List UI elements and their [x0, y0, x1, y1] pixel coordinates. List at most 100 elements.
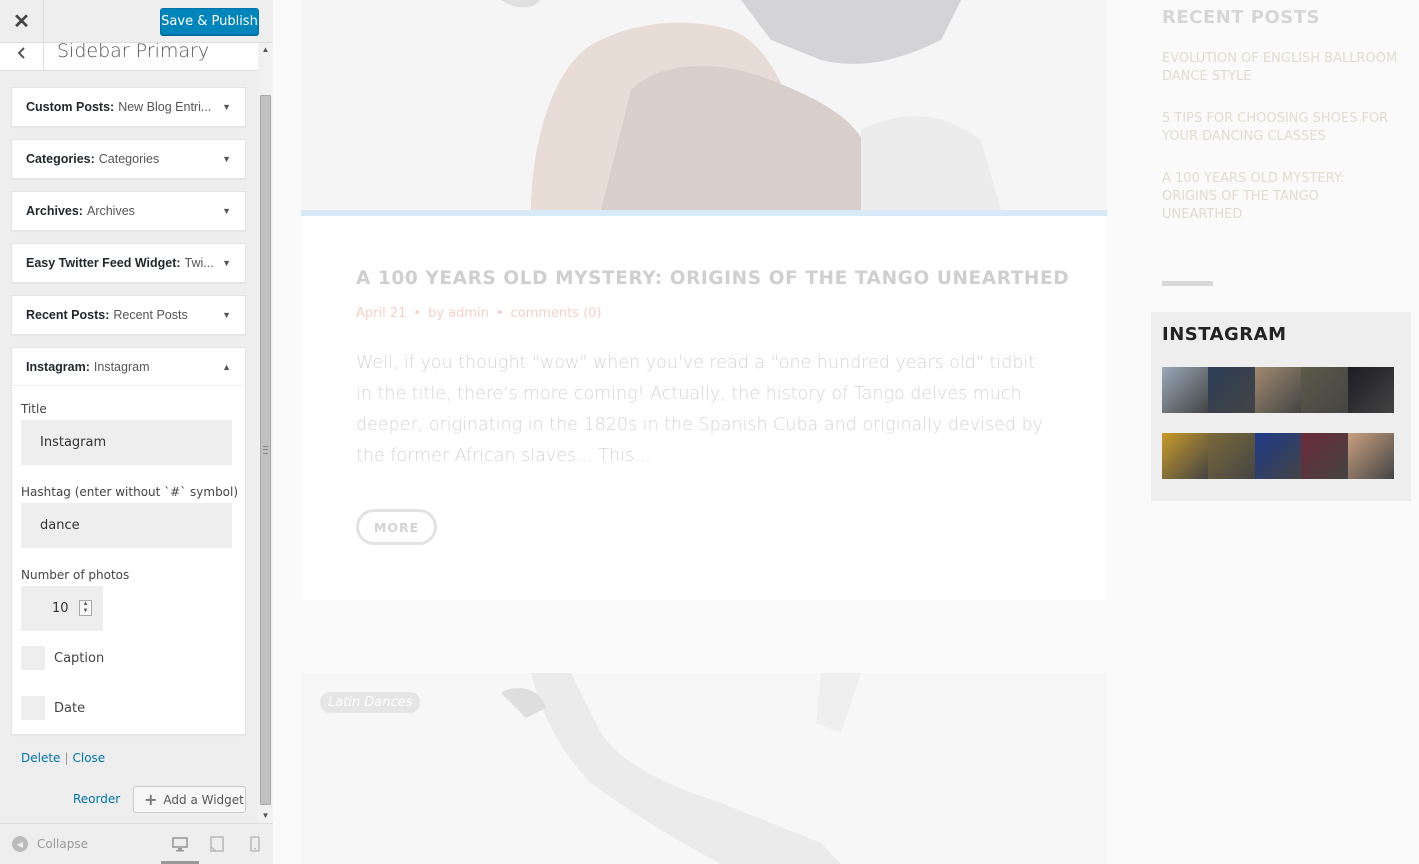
instagram-photo[interactable] [1254, 433, 1302, 479]
widget-type: Archives: [26, 204, 83, 218]
widget-header[interactable]: Custom Posts: New Blog Entri... ▼ [12, 88, 245, 126]
caret-down-icon[interactable]: ▼ [222, 206, 231, 216]
save-publish-button[interactable]: Save & Publish [160, 8, 259, 35]
meta-separator: • [495, 306, 504, 321]
customizer-header: ✕ Save & Publish [0, 0, 273, 43]
category-tag[interactable]: Latin Dances [320, 692, 421, 713]
scroll-up-arrow-icon[interactable]: ▲ [258, 43, 273, 57]
latin-dance-post-image[interactable]: Latin Dances [301, 673, 1107, 864]
grip-icon [263, 446, 268, 454]
dancer-leg-image [301, 673, 1107, 864]
photos-count-stepper[interactable]: 10 ▲ ▼ [21, 586, 103, 631]
instagram-photo[interactable] [1301, 433, 1348, 479]
customizer-panel: ✕ Save & Publish Sidebar Primary Custom … [0, 0, 273, 864]
mobile-preview-icon[interactable] [247, 836, 263, 852]
widget-archives[interactable]: Archives: Archives ▼ [11, 191, 246, 231]
more-button[interactable]: MORE [356, 509, 437, 545]
scroll-down-arrow-icon[interactable]: ▼ [258, 809, 273, 823]
collapse-arrow-icon: ◀ [12, 836, 28, 852]
add-widget-label: Add a Widget [163, 792, 244, 807]
post-comments[interactable]: comments (0) [511, 306, 602, 321]
widget-categories[interactable]: Categories: Categories ▼ [11, 139, 246, 179]
instagram-photo[interactable] [1254, 367, 1302, 413]
title-label: Title [21, 402, 47, 416]
dancers-image [301, 0, 1107, 210]
widget-title: Twi... [184, 256, 214, 270]
instagram-photo-row [1162, 433, 1394, 479]
post-excerpt: Well, if you thought "wow" when you've r… [356, 353, 1044, 466]
meta-separator: • [413, 306, 422, 321]
widget-title: New Blog Entri... [118, 100, 212, 114]
instagram-photo[interactable] [1347, 367, 1394, 413]
scrollbar-thumb[interactable] [260, 95, 271, 805]
widget-type: Categories: [26, 152, 95, 166]
caret-up-icon[interactable]: ▲ [222, 362, 231, 372]
recent-post-link[interactable]: 5 TIPS FOR CHOOSING SHOES FOR YOUR DANCI… [1162, 110, 1402, 146]
panel-scrollbar[interactable]: ▲ ▼ [258, 43, 273, 823]
post-meta: April 21 • by admin • comments (0) [356, 306, 602, 321]
post-date[interactable]: April 21 [356, 306, 406, 321]
instagram-photo[interactable] [1208, 367, 1255, 413]
caret-down-icon[interactable]: ▼ [222, 258, 231, 268]
instagram-photo[interactable] [1162, 433, 1209, 479]
widget-header[interactable]: Instagram: Instagram ▲ [12, 348, 245, 386]
caption-checkbox[interactable] [21, 646, 45, 670]
widget-header[interactable]: Easy Twitter Feed Widget: Twi... ▼ [12, 244, 245, 282]
post-card: A 100 YEARS OLD MYSTERY: ORIGINS OF THE … [301, 216, 1107, 600]
instagram-photo[interactable] [1301, 367, 1348, 413]
back-button[interactable] [0, 43, 44, 71]
add-widget-button[interactable]: + Add a Widget [133, 786, 246, 813]
collapse-button[interactable]: ◀ Collapse [12, 836, 88, 852]
date-checkbox[interactable] [21, 696, 45, 720]
collapse-label: Collapse [37, 837, 88, 851]
caret-down-icon[interactable]: ▼ [222, 102, 231, 112]
plus-icon: + [144, 790, 158, 809]
close-link[interactable]: Close [72, 751, 105, 765]
widget-actions: Delete | Close [21, 751, 105, 765]
caret-down-icon[interactable]: ▼ [222, 154, 231, 164]
photos-count-value: 10 [52, 601, 69, 616]
widget-instagram: Instagram: Instagram ▲ Title Hashtag (en… [11, 347, 246, 765]
tango-post-image[interactable] [301, 0, 1107, 210]
widget-type: Recent Posts: [26, 308, 110, 322]
hashtag-label: Hashtag (enter without `#` symbol) [21, 485, 239, 499]
tablet-preview-icon[interactable] [209, 836, 225, 852]
widget-header[interactable]: Archives: Archives ▼ [12, 192, 245, 230]
customizer-footer: ◀ Collapse [0, 823, 273, 864]
widget-title: Recent Posts [113, 308, 188, 322]
widget-type: Easy Twitter Feed Widget: [26, 256, 181, 270]
title-input[interactable] [21, 420, 232, 465]
post-title[interactable]: A 100 YEARS OLD MYSTERY: ORIGINS OF THE … [356, 268, 1069, 289]
post-author[interactable]: by admin [428, 306, 489, 321]
reorder-link[interactable]: Reorder [73, 792, 120, 806]
instagram-widget: INSTAGRAM [1151, 312, 1411, 501]
widget-title: Archives [86, 204, 135, 218]
instagram-photo[interactable] [1347, 433, 1394, 479]
instagram-photo[interactable] [1208, 433, 1255, 479]
instagram-heading: INSTAGRAM [1162, 324, 1287, 345]
desktop-preview-icon[interactable] [172, 836, 188, 852]
widget-twitter-feed[interactable]: Easy Twitter Feed Widget: Twi... ▼ [11, 243, 246, 283]
widget-custom-posts[interactable]: Custom Posts: New Blog Entri... ▼ [11, 87, 246, 127]
widget-header[interactable]: Recent Posts: Recent Posts ▼ [12, 296, 245, 334]
recent-post-link[interactable]: A 100 YEARS OLD MYSTERY: ORIGINS OF THE … [1162, 170, 1402, 224]
close-customizer-button[interactable]: ✕ [0, 0, 44, 43]
date-label: Date [54, 701, 86, 716]
spinner-arrows-icon[interactable]: ▲ ▼ [79, 600, 92, 616]
widget-recent-posts[interactable]: Recent Posts: Recent Posts ▼ [11, 295, 246, 335]
delete-link[interactable]: Delete [21, 751, 60, 765]
caption-label: Caption [54, 651, 105, 666]
widget-header[interactable]: Categories: Categories ▼ [12, 140, 245, 178]
caret-down-icon[interactable]: ▼ [222, 310, 231, 320]
instagram-photo[interactable] [1162, 367, 1209, 413]
widget-divider [1162, 281, 1213, 286]
recent-post-link[interactable]: EVOLUTION OF ENGLISH BALLROOM DANCE STYL… [1162, 50, 1402, 86]
chevron-left-icon [17, 47, 25, 59]
photos-count-label: Number of photos [21, 568, 130, 582]
hashtag-input[interactable] [21, 503, 232, 548]
widget-title: Categories [98, 152, 160, 166]
section-title: Sidebar Primary [57, 43, 210, 62]
recent-posts-heading: RECENT POSTS [1162, 7, 1320, 28]
widget-title: Instagram [93, 359, 150, 374]
widget-type: Instagram: [26, 359, 90, 374]
